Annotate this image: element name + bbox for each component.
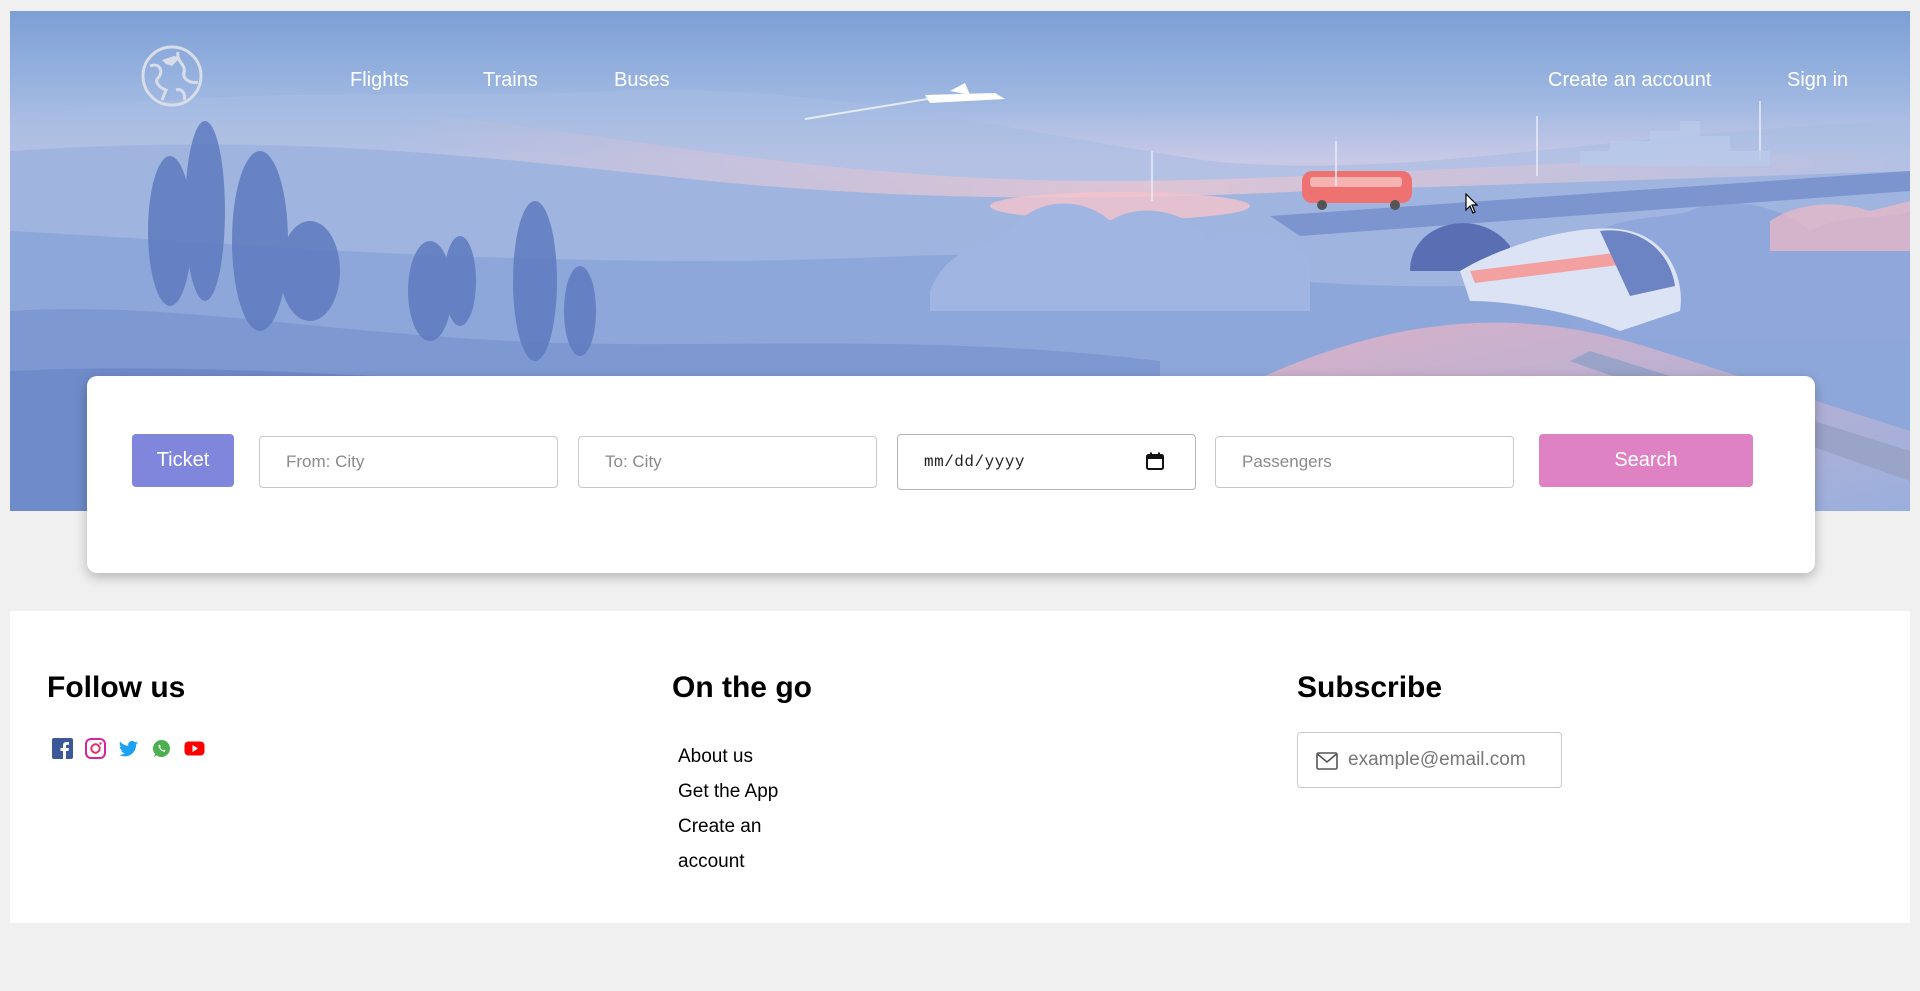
date-placeholder: mm/dd/yyyy bbox=[924, 453, 1026, 471]
on-the-go-section: On the go About us Get the App Create an… bbox=[672, 671, 812, 872]
nav-trains-link[interactable]: Trains bbox=[483, 69, 538, 92]
footer: Follow us On the go About us Get the App… bbox=[10, 611, 1910, 923]
page: Flights Trains Buses Create an account S… bbox=[0, 0, 1920, 991]
ticket-button[interactable]: Ticket bbox=[132, 434, 234, 487]
follow-us-section: Follow us bbox=[47, 671, 185, 705]
whatsapp-icon[interactable] bbox=[151, 738, 172, 759]
ticket-search-form: Ticket mm/dd/yyyy Search bbox=[87, 376, 1815, 573]
top-navigation: Flights Trains Buses Create an account S… bbox=[10, 11, 1910, 131]
on-the-go-links: About us Get the App Create an account bbox=[678, 739, 812, 879]
subscribe-section: Subscribe bbox=[1297, 671, 1562, 788]
social-icons bbox=[52, 738, 205, 759]
search-button[interactable]: Search bbox=[1539, 434, 1753, 487]
get-the-app-link[interactable]: Get the App bbox=[678, 774, 812, 809]
mail-icon bbox=[1316, 752, 1338, 770]
sign-in-link[interactable]: Sign in bbox=[1787, 69, 1848, 92]
mouse-cursor-icon bbox=[1465, 192, 1479, 215]
subscribe-heading: Subscribe bbox=[1297, 671, 1443, 704]
date-input[interactable]: mm/dd/yyyy bbox=[897, 434, 1196, 490]
globe-airplane-icon[interactable] bbox=[140, 44, 204, 108]
to-city-input[interactable] bbox=[578, 436, 877, 488]
instagram-icon[interactable] bbox=[85, 738, 106, 759]
subscribe-email-input[interactable] bbox=[1348, 741, 1548, 779]
subscribe-email-box[interactable] bbox=[1297, 732, 1562, 788]
follow-us-heading: Follow us bbox=[47, 671, 186, 704]
nav-buses-link[interactable]: Buses bbox=[614, 69, 670, 92]
create-account-link[interactable]: Create an account bbox=[1548, 69, 1711, 92]
youtube-icon[interactable] bbox=[184, 738, 205, 759]
twitter-icon[interactable] bbox=[118, 738, 139, 759]
from-city-input[interactable] bbox=[259, 436, 558, 488]
about-us-link[interactable]: About us bbox=[678, 739, 812, 774]
on-the-go-heading: On the go bbox=[672, 671, 812, 704]
nav-flights-link[interactable]: Flights bbox=[350, 69, 409, 92]
footer-create-account-link[interactable]: Create an account bbox=[678, 809, 812, 879]
calendar-icon[interactable] bbox=[1145, 451, 1165, 471]
passengers-input[interactable] bbox=[1215, 436, 1514, 488]
facebook-icon[interactable] bbox=[52, 738, 73, 759]
